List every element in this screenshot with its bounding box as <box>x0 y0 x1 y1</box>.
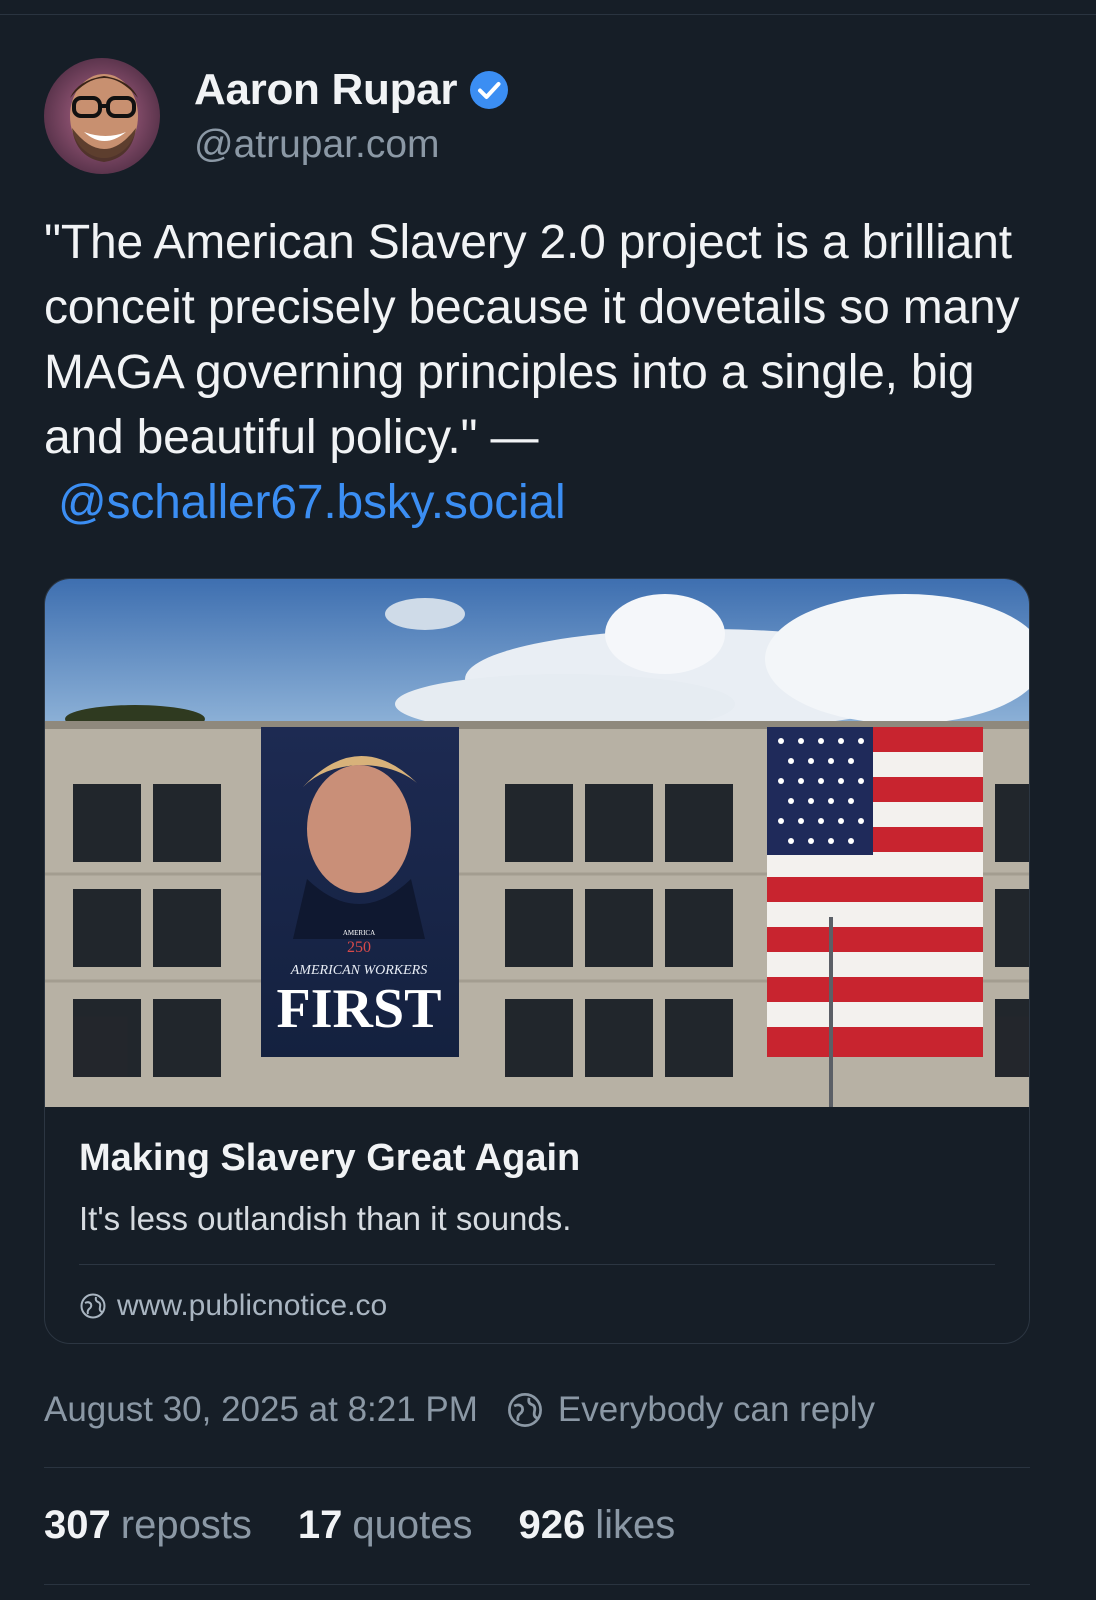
post-body: "The American Slavery 2.0 project is a b… <box>44 216 1020 464</box>
link-card-description: It's less outlandish than it sounds. <box>79 1200 572 1237</box>
link-card-divider <box>79 1264 995 1265</box>
reposts-label: reposts <box>120 1503 252 1547</box>
link-card-url-text: www.publicnotice.co <box>117 1289 388 1322</box>
reply-setting-label: Everybody can reply <box>557 1390 876 1429</box>
globe-icon <box>80 1293 106 1319</box>
engagement-stats: 307 reposts 17 quotes 926 likes <box>44 1503 721 1548</box>
link-card[interactable]: AMERICA 250 AMERICAN WORKERS FIRST Makin… <box>44 578 1030 1344</box>
display-name[interactable]: Aaron Rupar <box>194 65 457 115</box>
stats-divider-bottom <box>44 1584 1030 1585</box>
banner-number-text: 250 <box>347 939 371 956</box>
link-card-domain: www.publicnotice.co <box>79 1289 995 1323</box>
post-meta: August 30, 2025 at 8:21 PM Everybody can… <box>44 1390 875 1430</box>
author-names: Aaron Rupar @atrupar.com <box>194 65 509 167</box>
link-card-title: Making Slavery Great Again <box>79 1137 581 1179</box>
stats-divider-top <box>44 1467 1030 1468</box>
author-header: Aaron Rupar @atrupar.com <box>44 58 509 174</box>
likes-label: likes <box>595 1503 676 1547</box>
link-card-image: AMERICA 250 AMERICAN WORKERS FIRST <box>45 579 1029 1107</box>
banner-line2-text: FIRST <box>277 978 442 1040</box>
quotes-label: quotes <box>352 1503 473 1547</box>
handle[interactable]: @atrupar.com <box>194 123 509 167</box>
quotes-stat[interactable]: 17 quotes <box>298 1503 473 1548</box>
likes-stat[interactable]: 926 likes <box>519 1503 676 1548</box>
reply-setting: Everybody can reply <box>506 1390 875 1430</box>
verified-check-icon <box>470 71 509 109</box>
timestamp[interactable]: August 30, 2025 at 8:21 PM <box>44 1390 478 1430</box>
banner-line1-text: AMERICAN WORKERS <box>290 963 427 978</box>
post-text: "The American Slavery 2.0 project is a b… <box>44 210 1054 535</box>
likes-count: 926 <box>518 1503 586 1547</box>
banner-small-text: AMERICA <box>343 929 375 937</box>
avatar[interactable] <box>44 58 160 174</box>
mention-link[interactable]: @schaller67.bsky.social <box>58 476 566 529</box>
reposts-stat[interactable]: 307 reposts <box>44 1503 252 1548</box>
quotes-count: 17 <box>297 1503 343 1547</box>
top-divider <box>0 14 1096 15</box>
reposts-count: 307 <box>44 1503 111 1547</box>
globe-icon <box>507 1393 542 1427</box>
